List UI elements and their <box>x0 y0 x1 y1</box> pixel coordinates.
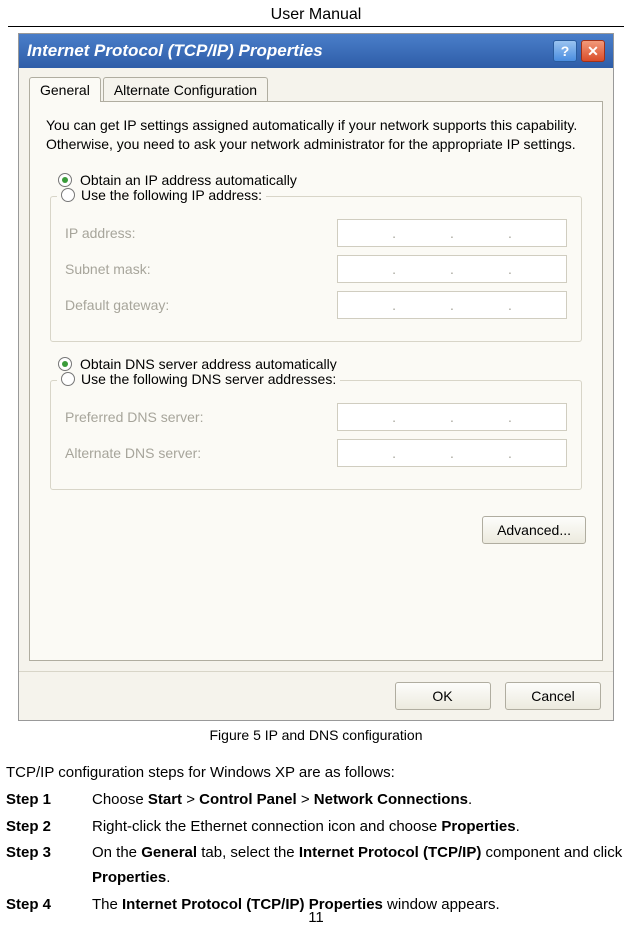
advanced-button[interactable]: Advanced... <box>482 516 586 544</box>
ip-address-label: IP address: <box>65 225 136 241</box>
page-header: User Manual <box>8 0 624 27</box>
radio-obtain-dns-auto-label: Obtain DNS server address automatically <box>80 356 337 372</box>
radio-obtain-ip-auto[interactable] <box>58 173 72 187</box>
window-title: Internet Protocol (TCP/IP) Properties <box>27 41 323 61</box>
body-text: TCP/IP configuration steps for Windows X… <box>6 761 626 918</box>
radio-use-ip-label: Use the following IP address: <box>81 187 262 203</box>
radio-use-ip[interactable] <box>61 188 75 202</box>
ip-address-input[interactable]: ... <box>337 219 567 247</box>
step-text: Choose Start > Control Panel > Network C… <box>92 788 626 813</box>
step-label: Step 1 <box>6 788 92 813</box>
tab-panel-general: You can get IP settings assigned automat… <box>29 101 603 661</box>
step-row: Step 2Right-click the Ethernet connectio… <box>6 815 626 840</box>
preferred-dns-input[interactable]: ... <box>337 403 567 431</box>
fieldset-manual-ip: Use the following IP address: IP address… <box>50 196 582 342</box>
page-number: 11 <box>0 909 632 926</box>
alternate-dns-input[interactable]: ... <box>337 439 567 467</box>
radio-use-dns-label: Use the following DNS server addresses: <box>81 371 336 387</box>
intro-text: You can get IP settings assigned automat… <box>46 116 586 154</box>
subnet-mask-label: Subnet mask: <box>65 261 151 277</box>
dialog-button-bar: OK Cancel <box>19 671 613 720</box>
step-row: Step 1Choose Start > Control Panel > Net… <box>6 788 626 813</box>
default-gateway-label: Default gateway: <box>65 297 169 313</box>
step-label: Step 2 <box>6 815 92 840</box>
step-text: Right-click the Ethernet connection icon… <box>92 815 626 840</box>
fieldset-manual-dns: Use the following DNS server addresses: … <box>50 380 582 490</box>
steps-intro: TCP/IP configuration steps for Windows X… <box>6 761 626 786</box>
dialog-window: Internet Protocol (TCP/IP) Properties ? … <box>18 33 614 721</box>
figure-caption: Figure 5 IP and DNS configuration <box>0 727 632 743</box>
tab-alternate-configuration[interactable]: Alternate Configuration <box>103 77 268 102</box>
alternate-dns-label: Alternate DNS server: <box>65 445 201 461</box>
radio-use-dns[interactable] <box>61 372 75 386</box>
ok-button[interactable]: OK <box>395 682 491 710</box>
radio-obtain-dns-auto[interactable] <box>58 357 72 371</box>
help-button[interactable]: ? <box>553 40 577 62</box>
tab-general[interactable]: General <box>29 77 101 102</box>
step-row: Step 3On the General tab, select the Int… <box>6 841 626 891</box>
radio-obtain-ip-auto-label: Obtain an IP address automatically <box>80 172 297 188</box>
close-button[interactable]: ✕ <box>581 40 605 62</box>
step-text: On the General tab, select the Internet … <box>92 841 626 891</box>
preferred-dns-label: Preferred DNS server: <box>65 409 203 425</box>
subnet-mask-input[interactable]: ... <box>337 255 567 283</box>
cancel-button[interactable]: Cancel <box>505 682 601 710</box>
step-label: Step 3 <box>6 841 92 891</box>
titlebar: Internet Protocol (TCP/IP) Properties ? … <box>19 34 613 68</box>
default-gateway-input[interactable]: ... <box>337 291 567 319</box>
